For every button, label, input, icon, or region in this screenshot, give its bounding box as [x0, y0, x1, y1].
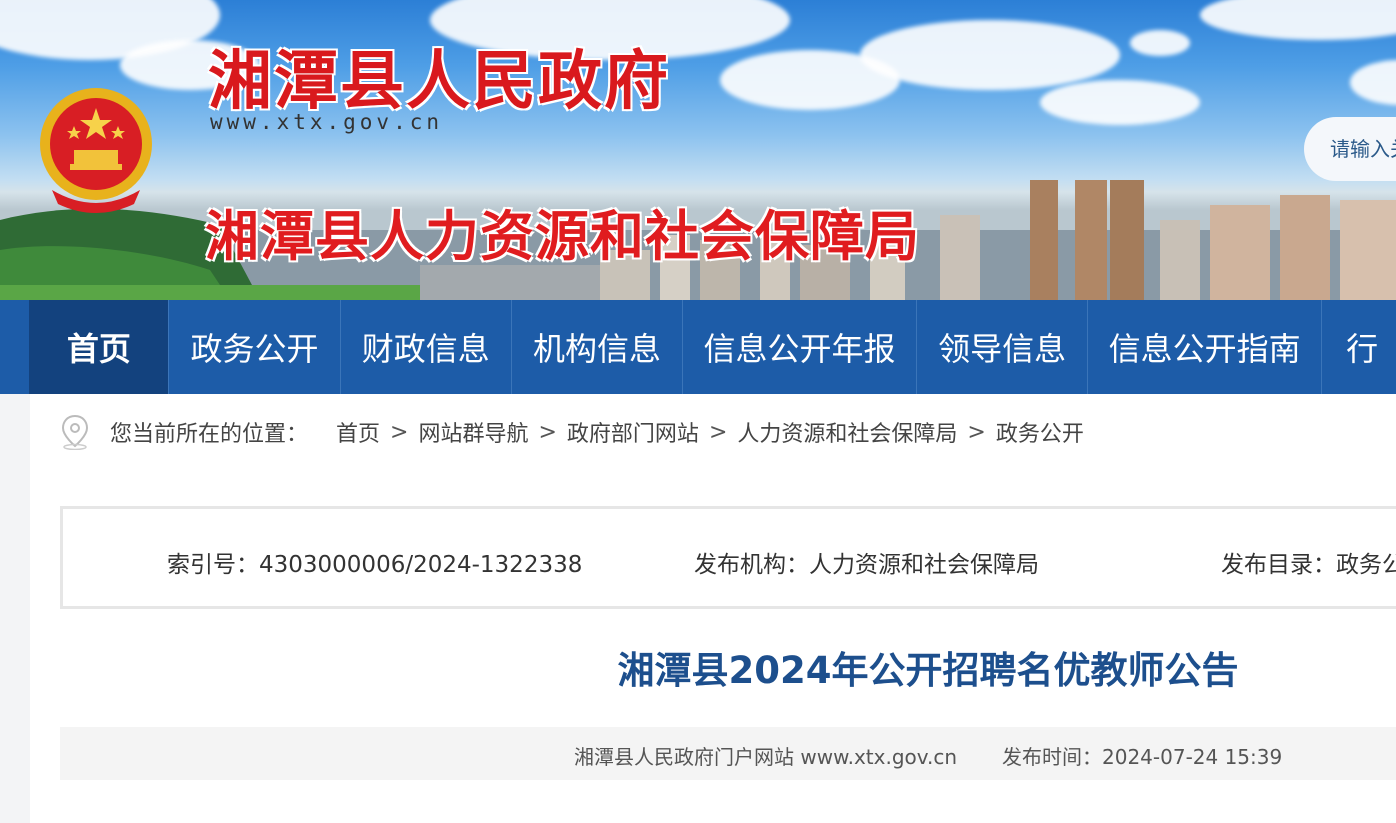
breadcrumb-site-nav[interactable]: 网站群导航 — [418, 416, 528, 448]
nav-item-organization[interactable]: 机构信息 — [512, 300, 684, 394]
search-box — [1304, 117, 1396, 181]
breadcrumb-dept-sites[interactable]: 政府部门网站 — [567, 416, 699, 448]
article-source: 湘潭县人民政府门户网站 www.xtx.gov.cn — [574, 745, 958, 769]
meta-catalog-label: 发布目录： — [1221, 552, 1336, 578]
breadcrumb-separator: > — [390, 419, 409, 445]
meta-index-value: 4303000006/2024-1322338 — [259, 552, 583, 578]
document-meta-box: 索引号：4303000006/2024-1322338 发布机构：人力资源和社会… — [60, 506, 1396, 609]
site-url: www.xtx.gov.cn — [210, 110, 444, 134]
meta-catalog-value: 政务公开 — [1336, 552, 1396, 578]
nav-item-more[interactable]: 行 — [1322, 300, 1396, 394]
cloud — [860, 20, 1120, 90]
breadcrumb-gov-affairs[interactable]: 政务公开 — [996, 416, 1084, 448]
nav-item-finance[interactable]: 财政信息 — [341, 300, 512, 394]
national-emblem-icon — [40, 88, 152, 213]
meta-publisher-value: 人力资源和社会保障局 — [809, 552, 1039, 578]
content-area: 您当前所在的位置： 首页 > 网站群导航 > 政府部门网站 > 人力资源和社会保… — [30, 394, 1396, 823]
meta-publisher-label: 发布机构： — [694, 552, 809, 578]
article-info-bar: 湘潭县人民政府门户网站 www.xtx.gov.cn 发布时间：2024-07-… — [60, 727, 1396, 780]
meta-index-label: 索引号： — [167, 552, 259, 578]
article-title: 湘潭县2024年公开招聘名优教师公告 — [617, 649, 1239, 692]
main-nav: 首页 政务公开 财政信息 机构信息 信息公开年报 领导信息 信息公开指南 行 — [0, 300, 1396, 394]
nav-item-home[interactable]: 首页 — [29, 300, 170, 394]
cloud — [1130, 30, 1190, 56]
meta-catalog: 发布目录：政务公开 — [1221, 545, 1396, 579]
article-publish-time: 发布时间：2024-07-24 15:39 — [1002, 745, 1283, 769]
breadcrumb-home[interactable]: 首页 — [336, 416, 380, 448]
breadcrumb-lead: 您当前所在的位置： — [110, 422, 309, 447]
cloud — [1350, 60, 1396, 105]
article-title-row: 湘潭县2024年公开招聘名优教师公告 — [30, 640, 1396, 694]
department-title: 湘潭县人力资源和社会保障局 — [205, 205, 920, 268]
breadcrumb-separator: > — [538, 419, 557, 445]
nav-item-annual-report[interactable]: 信息公开年报 — [683, 300, 917, 394]
cloud — [1200, 0, 1396, 40]
cloud — [1040, 80, 1200, 125]
nav-item-leaders[interactable]: 领导信息 — [917, 300, 1089, 394]
breadcrumb-separator: > — [708, 419, 728, 445]
nav-lead — [0, 300, 30, 394]
header-banner: 湘潭县人民政府 www.xtx.gov.cn 湘潭县人力资源和社会保障局 — [0, 0, 1396, 300]
breadcrumb: 您当前所在的位置： 首页 > 网站群导航 > 政府部门网站 > 人力资源和社会保… — [60, 414, 1084, 450]
breadcrumb-hr-bureau[interactable]: 人力资源和社会保障局 — [737, 416, 957, 448]
location-pin-icon — [61, 414, 89, 450]
site-title: 湘潭县人民政府 — [208, 45, 670, 119]
meta-index: 索引号：4303000006/2024-1322338 — [167, 545, 582, 579]
search-input[interactable] — [1330, 137, 1396, 161]
meta-publisher: 发布机构：人力资源和社会保障局 — [694, 545, 1039, 579]
breadcrumb-separator: > — [967, 419, 986, 445]
nav-item-gov-affairs[interactable]: 政务公开 — [169, 300, 341, 394]
nav-item-disclosure-guide[interactable]: 信息公开指南 — [1088, 300, 1323, 394]
